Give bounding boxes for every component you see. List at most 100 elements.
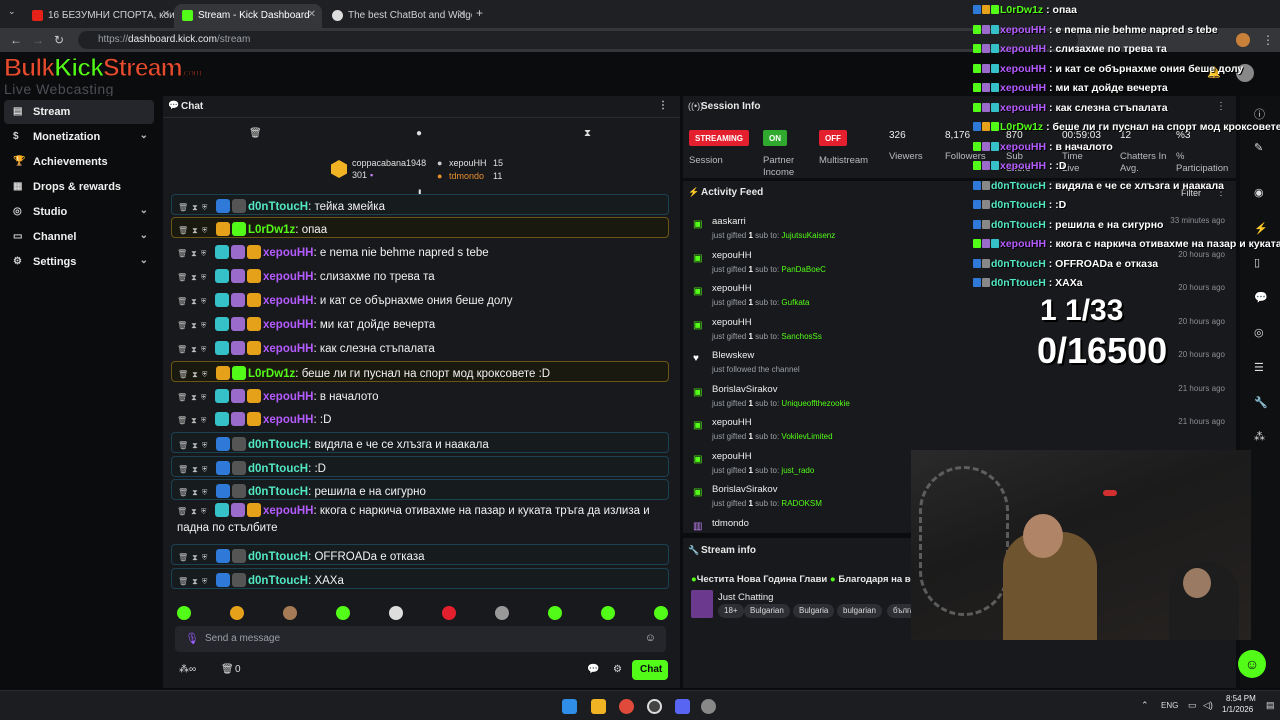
file-explorer-icon[interactable] [591,699,606,714]
sidebar-item-drops[interactable]: ▦ Drops & rewards [4,175,154,199]
emote-icon[interactable] [548,606,562,620]
emote-icon[interactable] [283,606,297,620]
help-icon[interactable]: ⓘ [1254,106,1265,122]
chat-message[interactable]: 🗑⧗⛨ d0nTtoucH: :D [171,456,669,477]
message-mod-actions[interactable]: 🗑⧗⛨ [177,321,215,331]
message-mod-actions[interactable]: 🗑⧗⛨ [178,488,216,498]
chat-message[interactable]: 🗑⧗⛨ xepouHH: ккога с наркича отивахме на … [171,503,669,541]
close-tab-icon[interactable]: ✕ [458,9,466,20]
message-mod-actions[interactable]: 🗑⧗⛨ [177,249,215,259]
profile-avatar[interactable] [1236,33,1250,47]
obs-icon[interactable] [647,699,662,714]
browser-menu-icon[interactable]: ⋮ [1262,33,1274,47]
chat-username[interactable]: L0rDw1z [248,224,295,236]
trash-icon[interactable]: 🗑 [249,128,262,139]
activity-user[interactable]: xepouHH [712,417,752,428]
points-icon[interactable]: ⁂∞ [179,664,196,675]
clock-time[interactable]: 8:54 PM [1226,694,1256,703]
chat-username[interactable]: xepouHH [263,319,313,331]
chat-message[interactable]: 🗑⧗⛨ xepouHH: в началото [171,385,669,406]
chat-message[interactable]: 🗑⧗⛨ xepouHH: как слезна стъпалата [171,337,669,358]
emote-icon[interactable] [442,606,456,620]
chat-message[interactable]: 🗑⧗⛨ d0nTtoucH: видяла е че се хлъзга и на… [171,432,669,453]
chat-message[interactable]: 🗑⧗⛨ d0nTtoucH: решила е на сигурно [171,479,669,500]
network-icon[interactable]: ▭ [1188,700,1197,711]
emote-icon[interactable] [336,606,350,620]
chat-username[interactable]: d0nTtoucH [248,463,308,475]
activity-user[interactable]: BorislavSirakov [712,484,777,495]
activity-user[interactable]: aaskarri [712,216,746,227]
back-icon[interactable]: ← [10,33,22,47]
chat-username[interactable]: d0nTtoucH [248,486,308,498]
chat-username[interactable]: xepouHH [263,343,313,355]
chat-username[interactable]: d0nTtoucH [248,201,308,213]
message-mod-actions[interactable]: 🗑⧗⛨ [178,203,216,213]
volume-icon[interactable]: ◁) [1203,700,1213,711]
gear-icon[interactable]: ⚙ [613,664,622,675]
emote-icon[interactable] [601,606,615,620]
emote-icon[interactable] [230,606,244,620]
chat-username[interactable]: d0nTtoucH [248,575,308,587]
chat-bubble-icon[interactable]: 💬 [587,664,599,675]
chat-message[interactable]: 🗑⧗⛨ xepouHH: e nema nie behme napred s te… [171,241,669,262]
emote-icon[interactable] [389,606,403,620]
tab-kick-dashboard[interactable]: Stream - Kick Dashboard ✕ [174,4,322,28]
windows-start-icon[interactable] [562,699,577,714]
emote-icon[interactable] [495,606,509,620]
message-mod-actions[interactable]: 🗑⧗⛨ [178,441,216,451]
chat-username[interactable]: xepouHH [263,247,313,259]
activity-user[interactable]: xepouHH [712,317,752,328]
sidebar-item-studio[interactable]: ◎ Studio ⌄ [4,200,154,224]
sidebar-item-stream[interactable]: ▤ Stream [4,100,154,124]
chat-username[interactable]: xepouHH [263,414,313,426]
mic-icon[interactable]: 🎙 [185,632,199,645]
activity-user[interactable]: xepouHH [712,451,752,462]
message-mod-actions[interactable]: 🗑⧗⛨ [177,273,215,283]
message-mod-actions[interactable]: 🗑⧗⛨ [177,503,215,520]
emote-icon[interactable] [654,606,668,620]
chrome-icon[interactable] [619,699,634,714]
session-menu-icon[interactable]: ⋮ [1216,101,1226,112]
trash-icon[interactable]: 🗑 [221,664,234,675]
broadcast-icon[interactable]: ◎ [1254,326,1264,339]
chat-message[interactable]: 🗑⧗⛨ xepouHH: слизахме по трева та [171,265,669,286]
url-input[interactable]: https://dashboard.kick.com/stream [78,31,1078,49]
sidebar-item-settings[interactable]: ⚙ Settings ⌄ [4,250,154,274]
emote-icon[interactable] [177,606,191,620]
category-name[interactable]: Just Chatting [718,592,773,603]
emoji-icon[interactable]: ☺ [645,632,656,644]
chat-message[interactable]: 🗑⧗⛨ xepouHH: ми кат дойде вечерта [171,313,669,334]
message-mod-actions[interactable]: 🗑⧗⛨ [178,553,216,563]
tray-chevron-icon[interactable]: ⌃ [1141,700,1149,711]
chat-username[interactable]: L0rDw1z [248,368,295,380]
sidebar-item-monetization[interactable]: $ Monetization ⌄ [4,125,154,149]
tab-chatbot[interactable]: The best ChatBot and Widget ✕ [324,4,472,28]
chat-message[interactable]: 🗑⧗⛨ xepouHH: и кат се обърнахме ония беше… [171,289,669,310]
chat-username[interactable]: xepouHH [263,391,313,403]
nodes-icon[interactable]: ⁂ [1254,430,1265,443]
chat-message[interactable]: 🗑⧗⛨ d0nTtoucH: XAXa [171,568,669,589]
message-mod-actions[interactable]: 🗑⧗⛨ [177,416,215,426]
chat-username[interactable]: d0nTtoucH [248,551,308,563]
forward-icon[interactable]: → [32,33,44,47]
message-mod-actions[interactable]: 🗑⧗⛨ [177,345,215,355]
clock-date[interactable]: 1/1/2026 [1222,705,1253,714]
message-mod-actions[interactable]: 🗑⧗⛨ [178,577,216,587]
edit-icon[interactable]: ✎ [1254,141,1263,154]
slow-mode-icon[interactable]: ⧗ [584,128,591,139]
message-mod-actions[interactable]: 🗑⧗⛨ [177,297,215,307]
chat-message[interactable]: 🗑⧗⛨ xepouHH: :D [171,408,669,429]
sidebar-item-channel[interactable]: ▭ Channel ⌄ [4,225,154,249]
message-mod-actions[interactable]: 🗑⧗⛨ [177,393,215,403]
new-tab-icon[interactable]: + [476,6,483,20]
chat-message[interactable]: 🗑⧗⛨ L0rDw1z: беше ли ги пуснал на спорт м… [171,361,669,382]
chat-message[interactable]: 🗑⧗⛨ d0nTtoucH: OFFROADa е отказа [171,544,669,565]
chat-message[interactable]: 🗑⧗⛨ L0rDw1z: опаа [171,217,669,238]
list-icon[interactable]: ☰ [1254,361,1264,374]
camera-icon[interactable]: ◉ [1254,186,1264,199]
close-tab-icon[interactable]: ✕ [308,9,316,20]
message-mod-actions[interactable]: 🗑⧗⛨ [178,465,216,475]
close-tab-icon[interactable]: ✕ [162,9,170,20]
tab-search-icon[interactable]: ⌄ [8,6,16,17]
wrench-icon[interactable]: 🔧 [1254,396,1268,409]
